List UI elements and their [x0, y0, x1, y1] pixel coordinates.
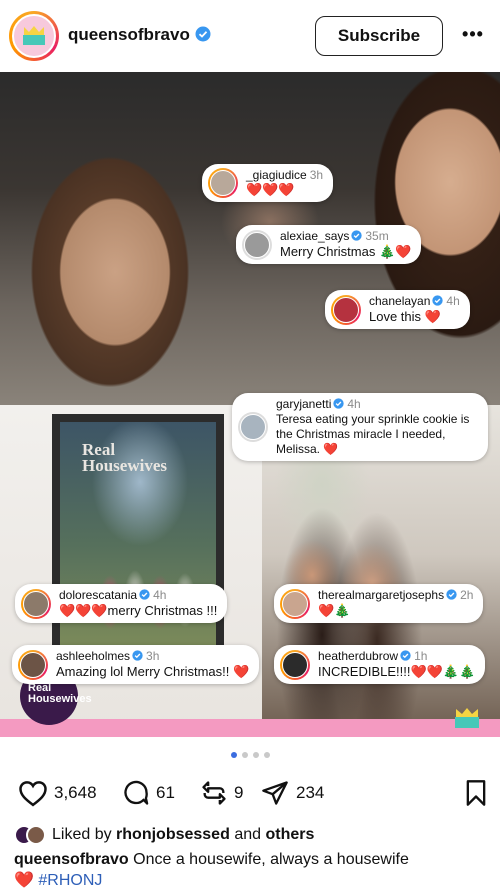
caption-hashtag[interactable]: #RHONJ: [38, 872, 102, 889]
send-icon: [262, 781, 288, 805]
comment-time: 1h: [414, 649, 428, 663]
subscribe-button[interactable]: Subscribe: [315, 16, 443, 56]
verified-badge-icon: [446, 589, 457, 603]
comment-bubble: therealmargaretjosephs 2h ❤️🎄: [274, 584, 484, 623]
comment-count: 61: [156, 783, 175, 802]
header-username[interactable]: queensofbravo: [68, 25, 211, 47]
verified-badge-icon: [432, 295, 444, 309]
comment-text: ❤️❤️❤️: [246, 182, 295, 197]
commenter-avatar: [208, 168, 238, 198]
comment-time: 4h: [446, 294, 460, 308]
caption-heart-emoji: ❤️: [14, 872, 34, 889]
crown-corner-icon: [455, 708, 479, 728]
repost-count: 9: [234, 783, 244, 802]
comment-time: 4h: [347, 397, 361, 411]
comment-time: 2h: [460, 588, 474, 602]
more-options-icon[interactable]: •••: [458, 24, 488, 48]
action-bar: 3,648 61 9 234: [18, 777, 488, 809]
verified-badge-icon: [400, 650, 411, 664]
comment-text: Teresa eating your sprinkle cookie is th…: [276, 412, 470, 456]
comment-icon: [124, 780, 149, 805]
commenter-username: ashleeholmes: [56, 649, 131, 663]
liked-by-prefix: Liked by: [52, 826, 112, 843]
comment-text: Amazing lol Merry Christmas!! ❤️: [56, 664, 250, 679]
comment-time: 4h: [153, 588, 167, 602]
commenter-username: _giagiudice: [246, 168, 307, 182]
commenter-avatar: [280, 588, 310, 619]
comment-bubble: _giagiudice 3h ❤️❤️❤️: [202, 164, 334, 202]
comment-bubble: dolorescatania 4h ❤️❤️❤️merry Christmas !…: [15, 584, 228, 623]
carousel-dot[interactable]: [241, 752, 248, 758]
post-header: queensofbravo Subscribe •••: [0, 0, 500, 72]
commenter-username: chanelayan: [369, 294, 431, 308]
crown-logo-icon: [12, 14, 56, 58]
verified-badge-icon: [132, 650, 143, 664]
comment-time: 3h: [146, 649, 160, 663]
post-caption: queensofbravo Once a housewife, always a…: [14, 849, 494, 891]
liked-by-connector: and: [234, 826, 262, 843]
repost-button[interactable]: 9: [200, 777, 243, 809]
verified-badge-icon: [333, 398, 345, 412]
commenter-username: therealmargaretjosephs: [318, 588, 445, 602]
comment-bubble: garyjanetti 4h Teresa eating your sprinkl…: [232, 393, 488, 461]
commenter-avatar: [331, 294, 361, 325]
commenter-avatar: [242, 229, 272, 260]
comment-bubble: heatherdubrow 1h INCREDIBLE!!!!❤️❤️🎄🎄: [274, 645, 486, 684]
liker-avatar: [26, 825, 46, 845]
commenter-username: heatherdubrow: [318, 649, 399, 663]
like-button[interactable]: 3,648: [18, 777, 97, 809]
comment-text: ❤️❤️❤️merry Christmas !!!: [59, 603, 218, 618]
post-image[interactable]: Real Housewives Real Housewives _giagiud…: [0, 72, 500, 737]
share-count: 234: [296, 783, 325, 802]
commenter-username: garyjanetti: [276, 397, 332, 411]
like-count: 3,648: [54, 783, 97, 802]
save-button[interactable]: [464, 779, 488, 812]
carousel-dot[interactable]: [230, 752, 237, 758]
verified-badge-icon: [351, 230, 363, 244]
commenter-username: alexiae_says: [280, 229, 350, 243]
repost-icon: [202, 781, 226, 805]
comment-text: ❤️🎄: [318, 603, 351, 618]
header-username-text[interactable]: queensofbravo: [68, 25, 190, 44]
comment-text: INCREDIBLE!!!!❤️❤️🎄🎄: [318, 664, 476, 679]
liked-by-others[interactable]: others: [265, 826, 314, 844]
comment-bubble: alexiae_says 35m Merry Christmas 🎄❤️: [236, 225, 422, 264]
profile-avatar[interactable]: [9, 11, 59, 61]
comment-text: Love this ❤️: [369, 309, 441, 324]
brand-pink-band: [0, 719, 500, 737]
comment-button[interactable]: 61: [122, 777, 175, 809]
verified-badge-icon: [139, 589, 150, 603]
comment-time: 3h: [309, 168, 324, 182]
bookmark-icon: [466, 780, 486, 806]
carousel-dot[interactable]: [252, 752, 259, 758]
share-button[interactable]: 234: [260, 777, 324, 809]
carousel-pagination: [0, 752, 500, 762]
poster-title: Real Housewives: [82, 440, 167, 475]
commenter-avatar: [21, 588, 51, 619]
comment-text: Merry Christmas 🎄❤️: [280, 244, 412, 259]
caption-username[interactable]: queensofbravo: [14, 851, 129, 868]
comment-time: 35m: [365, 229, 389, 243]
liked-by-user[interactable]: rhonjobsessed: [116, 826, 230, 844]
comment-bubble: ashleeholmes 3h Amazing lol Merry Christm…: [12, 645, 260, 684]
commenter-avatar: [18, 649, 48, 680]
commenter-avatar: [280, 649, 310, 680]
caption-text: Once a housewife, always a housewife: [133, 851, 409, 868]
carousel-dot[interactable]: [263, 752, 270, 758]
liked-by-row[interactable]: Liked by rhonjobsessed and others: [14, 824, 314, 846]
commenter-username: dolorescatania: [59, 588, 138, 602]
commenter-avatar: [238, 412, 268, 442]
heart-icon: [19, 781, 47, 807]
verified-badge-icon: [195, 26, 211, 47]
comment-bubble: chanelayan 4h Love this ❤️: [325, 290, 470, 329]
